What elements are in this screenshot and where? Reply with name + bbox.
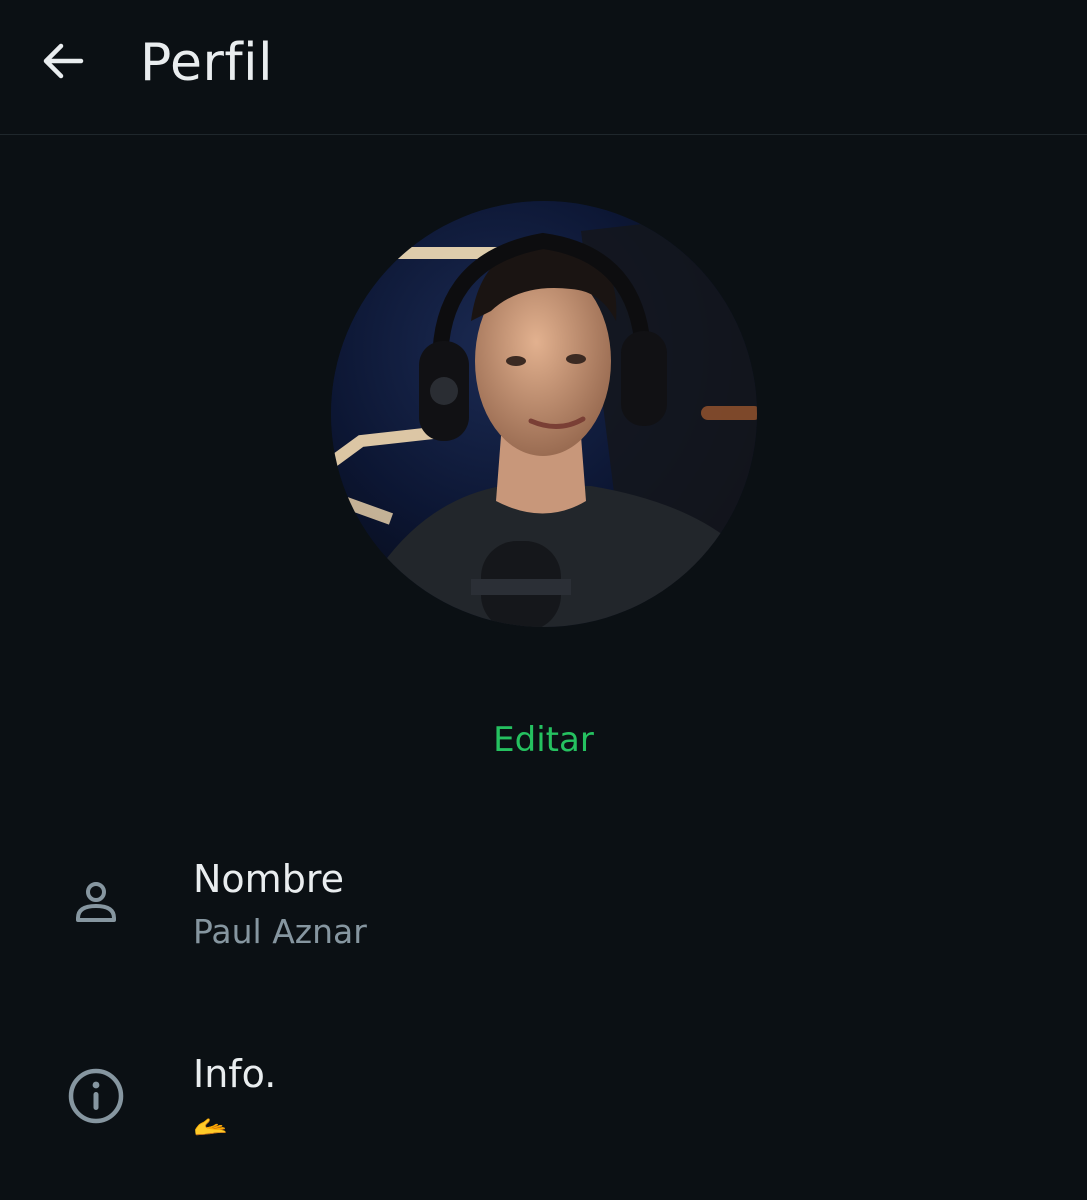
edit-photo-button[interactable]: Editar xyxy=(0,716,1087,764)
back-button[interactable] xyxy=(30,28,96,94)
top-app-bar: Perfil xyxy=(0,0,1087,135)
person-icon xyxy=(60,866,132,938)
profile-photo xyxy=(331,201,757,627)
profile-avatar[interactable] xyxy=(331,201,757,627)
info-label: Info. xyxy=(193,1052,277,1096)
info-icon xyxy=(60,1060,132,1132)
name-value: Paul Aznar xyxy=(193,912,367,951)
page-title: Perfil xyxy=(140,33,274,93)
name-field-row[interactable]: Nombre Paul Aznar xyxy=(0,830,1087,980)
info-field-row[interactable]: Info. 🫴 xyxy=(0,1025,1087,1175)
name-label: Nombre xyxy=(193,857,344,901)
arrow-left-icon xyxy=(43,43,84,79)
info-value: 🫴 xyxy=(193,1110,228,1143)
